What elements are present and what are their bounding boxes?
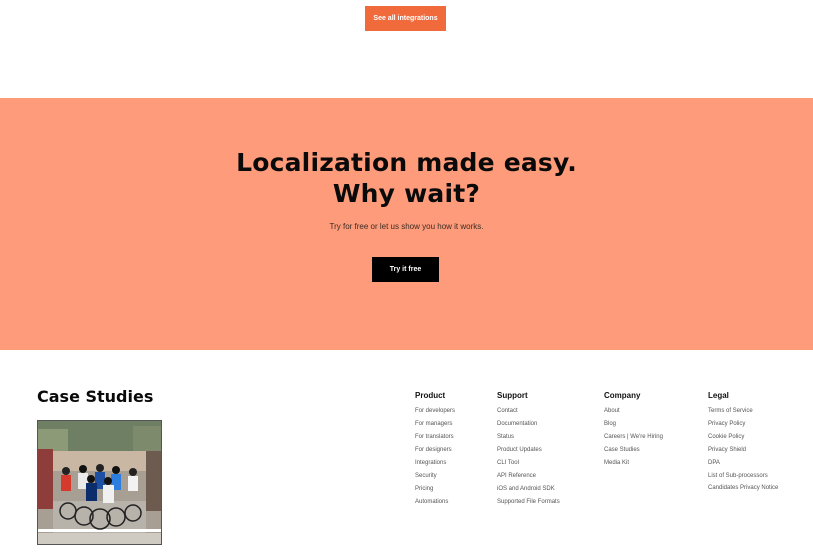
footer-column-legal: Legal Terms of Service Privacy Policy Co… (708, 391, 788, 501)
case-studies-title: Case Studies (37, 387, 154, 406)
footer-link-product-updates[interactable]: Product Updates (497, 446, 560, 459)
footer-link-privacy-policy[interactable]: Privacy Policy (708, 420, 788, 433)
footer-column-title: Product (415, 391, 446, 400)
footer-link-sub-processors[interactable]: List of Sub-processors (708, 472, 788, 485)
footer-link-api-reference[interactable]: API Reference (497, 472, 560, 485)
footer-link-terms[interactable]: Terms of Service (708, 407, 788, 420)
footer-link-pricing[interactable]: Pricing (415, 485, 455, 498)
footer-column-title: Company (604, 391, 641, 400)
footer-link-for-managers[interactable]: For managers (415, 420, 455, 433)
cycling-race-photo (38, 421, 161, 544)
cta-heading: Localization made easy. Why wait? (0, 147, 813, 209)
footer-link-security[interactable]: Security (415, 472, 455, 485)
footer-link-integrations[interactable]: Integrations (415, 459, 455, 472)
footer-link-for-developers[interactable]: For developers (415, 407, 455, 420)
integrations-section: See all integrations (0, 0, 813, 98)
cta-heading-line-2: Why wait? (332, 179, 481, 208)
footer-link-privacy-shield[interactable]: Privacy Shield (708, 446, 788, 459)
footer-column-company: Company About Blog Careers | We're Hirin… (604, 391, 663, 472)
footer-link-for-translators[interactable]: For translators (415, 433, 455, 446)
footer-link-about[interactable]: About (604, 407, 663, 420)
footer-link-candidates-privacy[interactable]: Candidates Privacy Notice (708, 485, 788, 501)
footer-column-product: Product For developers For managers For … (415, 391, 455, 511)
footer-link-contact[interactable]: Contact (497, 407, 560, 420)
footer-link-media-kit[interactable]: Media Kit (604, 459, 663, 472)
cta-heading-line-1: Localization made easy. (236, 148, 577, 177)
footer-column-support: Support Contact Documentation Status Pro… (497, 391, 560, 511)
footer-link-cli-tool[interactable]: CLI Tool (497, 459, 560, 472)
footer-link-case-studies[interactable]: Case Studies (604, 446, 663, 459)
try-it-free-button[interactable]: Try it free (372, 257, 439, 282)
footer-link-dpa[interactable]: DPA (708, 459, 788, 472)
footer-link-status[interactable]: Status (497, 433, 560, 446)
cta-subtitle: Try for free or let us show you how it w… (329, 222, 484, 231)
footer-link-cookie-policy[interactable]: Cookie Policy (708, 433, 788, 446)
footer-link-blog[interactable]: Blog (604, 420, 663, 433)
see-all-integrations-button[interactable]: See all integrations (365, 6, 446, 31)
footer-link-sdk[interactable]: iOS and Android SDK (497, 485, 560, 498)
footer: Case Studies Product For developers For … (0, 350, 813, 557)
footer-link-documentation[interactable]: Documentation (497, 420, 560, 433)
case-study-image[interactable] (37, 420, 162, 545)
footer-link-careers[interactable]: Careers | We're Hiring (604, 433, 663, 446)
footer-link-for-designers[interactable]: For designers (415, 446, 455, 459)
footer-column-title: Support (497, 391, 528, 400)
footer-link-automations[interactable]: Automations (415, 498, 455, 511)
footer-link-file-formats[interactable]: Supported File Formats (497, 498, 560, 511)
cta-banner: Localization made easy. Why wait? Try fo… (0, 98, 813, 350)
footer-column-title: Legal (708, 391, 729, 400)
